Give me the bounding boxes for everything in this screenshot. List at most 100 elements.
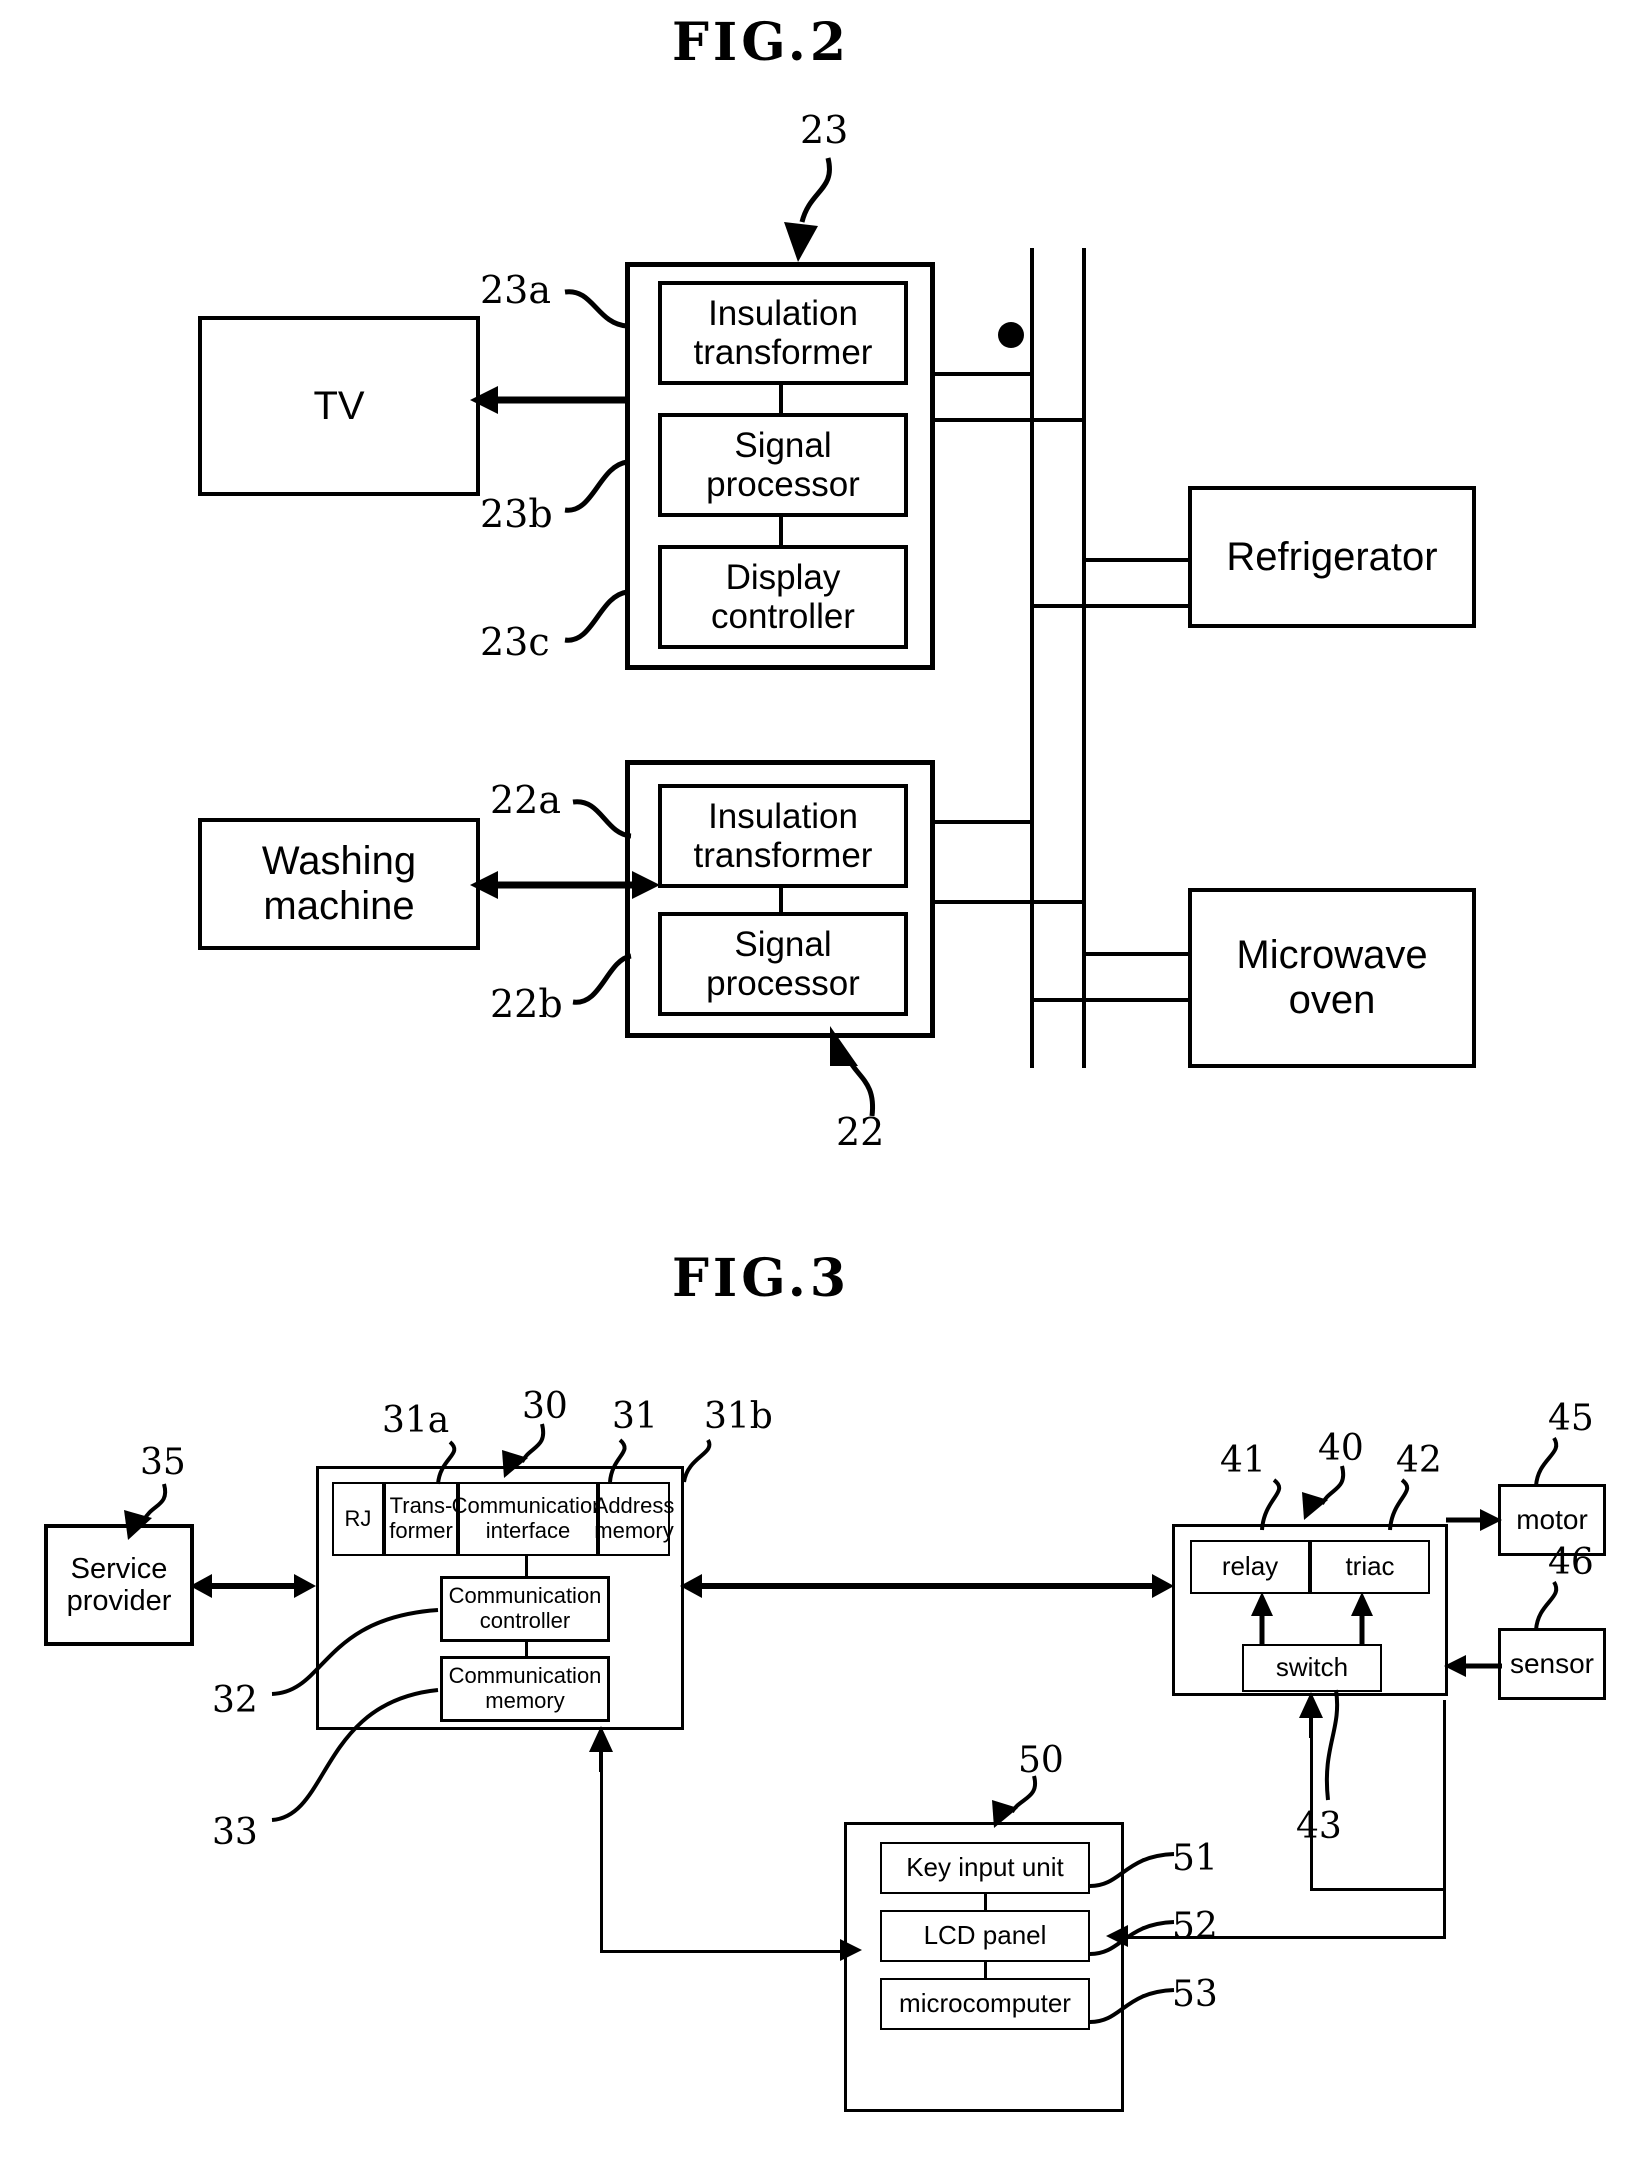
patent-drawing-sheet: FIG.2 TV Insulation transformer Signal p…: [0, 0, 1652, 2173]
block-relay: relay: [1190, 1540, 1310, 1594]
numeral-42: 42: [1396, 1440, 1442, 1481]
block-insulation-transformer-22a-label: Insulation transformer: [693, 796, 873, 875]
block-address-memory-label: Address memory: [593, 1493, 675, 1543]
leader-23: [784, 157, 832, 262]
block-service-provider: Service provider: [44, 1524, 194, 1646]
block-tv-label: TV: [313, 383, 365, 428]
block-communication-memory: Communication memory: [440, 1656, 610, 1722]
arrow-module30-drivingunit: [680, 1574, 1174, 1598]
numeral-50: 50: [1018, 1740, 1064, 1781]
block-communication-controller: Communication controller: [440, 1576, 610, 1642]
block-switch-label: switch: [1275, 1652, 1349, 1683]
block-service-provider-label: Service provider: [66, 1552, 172, 1617]
tap-22-lower: [932, 900, 1084, 904]
link-displayunit-to-drivingunit-v: [1443, 1700, 1446, 1938]
block-microwave-oven: Microwave oven: [1188, 888, 1476, 1068]
block-insulation-transformer-23a: Insulation transformer: [658, 281, 908, 385]
arrow-sensor-drivingunit: [1444, 1655, 1502, 1677]
numeral-23b: 23b: [480, 492, 553, 536]
tap-22-upper: [932, 820, 1032, 824]
block-tv: TV: [198, 316, 480, 496]
bus-line-left: [1030, 248, 1034, 1068]
link-switch-feed-h: [1310, 1888, 1446, 1891]
block-communication-memory-label: Communication memory: [448, 1663, 602, 1713]
leader-40: [1302, 1465, 1346, 1520]
link-displayunit-to-module30-v: [600, 1760, 603, 1952]
numeral-22b: 22b: [490, 982, 563, 1026]
block-signal-processor-22b: Signal processor: [658, 912, 908, 1016]
block-signal-processor-23b-label: Signal processor: [706, 425, 860, 504]
tap-microwave-upper: [1082, 952, 1192, 956]
numeral-33: 33: [212, 1812, 258, 1853]
numeral-23c: 23c: [480, 620, 550, 664]
numeral-53: 53: [1172, 1974, 1218, 2015]
numeral-46: 46: [1548, 1542, 1594, 1583]
connector-lcd-micro: [984, 1962, 987, 1978]
block-switch: switch: [1242, 1644, 1382, 1692]
block-rj-label: RJ: [344, 1505, 372, 1531]
block-refrigerator-label: Refrigerator: [1226, 534, 1438, 579]
numeral-23: 23: [800, 108, 849, 152]
numeral-31b: 31b: [704, 1396, 773, 1437]
block-address-memory: Address memory: [594, 1482, 674, 1556]
block-key-input-unit-label: Key input unit: [906, 1852, 1064, 1883]
block-insulation-transformer-22a: Insulation transformer: [658, 784, 908, 888]
tap-microwave-lower: [1030, 998, 1192, 1002]
block-transformer-label: Trans- former: [389, 1493, 453, 1543]
block-washing-machine-label: Washing machine: [261, 839, 417, 928]
arrow-service-provider-module30: [190, 1574, 316, 1598]
bus-line-right: [1082, 248, 1086, 1068]
block-signal-processor-22b-label: Signal processor: [706, 924, 860, 1003]
numeral-22: 22: [836, 1110, 885, 1154]
figure-2-title: FIG.2: [672, 12, 851, 73]
block-display-controller-23c: Display controller: [658, 545, 908, 649]
link-displayunit-to-drivingunit-h: [1124, 1936, 1446, 1939]
block-triac: triac: [1310, 1540, 1430, 1594]
numeral-52: 52: [1172, 1906, 1218, 1947]
block-refrigerator: Refrigerator: [1188, 486, 1476, 628]
block-rj: RJ: [332, 1482, 384, 1556]
block-washing-machine: Washing machine: [198, 818, 480, 950]
block-sensor: sensor: [1498, 1628, 1606, 1700]
connector-interface-controller: [525, 1556, 528, 1576]
tap-23-upper: [932, 372, 1032, 376]
link-switch-feed-v: [1310, 1726, 1313, 1890]
block-microcomputer-label: microcomputer: [899, 1988, 1071, 2019]
tap-refrigerator-upper: [1082, 558, 1192, 562]
block-triac-label: triac: [1345, 1551, 1395, 1582]
block-microcomputer: microcomputer: [880, 1978, 1090, 2030]
connector-23b-23c: [779, 517, 783, 547]
connector-key-lcd: [984, 1894, 987, 1910]
numeral-45: 45: [1548, 1398, 1594, 1439]
block-signal-processor-23b: Signal processor: [658, 413, 908, 517]
tap-23-lower: [932, 418, 1084, 422]
numeral-31a: 31a: [382, 1400, 450, 1441]
block-motor-label: motor: [1516, 1504, 1588, 1536]
connector-controller-memory: [525, 1642, 528, 1656]
numeral-23a: 23a: [480, 268, 552, 312]
tap-refrigerator-lower: [1030, 604, 1192, 608]
numeral-32: 32: [212, 1680, 258, 1721]
numeral-35: 35: [140, 1442, 186, 1483]
connector-22a-22b: [779, 888, 783, 914]
block-relay-label: relay: [1221, 1551, 1279, 1582]
block-insulation-transformer-23a-label: Insulation transformer: [693, 293, 873, 372]
block-lcd-panel-label: LCD panel: [923, 1920, 1047, 1951]
numeral-41: 41: [1220, 1440, 1266, 1481]
block-sensor-label: sensor: [1509, 1648, 1595, 1680]
block-lcd-panel: LCD panel: [880, 1910, 1090, 1962]
block-communication-interface: Communication interface: [452, 1482, 604, 1556]
block-display-controller-23c-label: Display controller: [711, 557, 855, 636]
numeral-43: 43: [1296, 1806, 1342, 1847]
block-key-input-unit: Key input unit: [880, 1842, 1090, 1894]
numeral-40: 40: [1318, 1428, 1364, 1469]
connector-23a-23b: [779, 385, 783, 415]
numeral-31: 31: [612, 1396, 658, 1437]
block-microwave-oven-label: Microwave oven: [1236, 933, 1428, 1022]
leader-43: [1324, 1689, 1340, 1801]
block-communication-interface-label: Communication interface: [451, 1493, 605, 1543]
arrow-drivingunit-motor: [1446, 1509, 1502, 1531]
numeral-30: 30: [522, 1386, 568, 1427]
numeral-22a: 22a: [490, 778, 562, 822]
numeral-51: 51: [1172, 1838, 1218, 1879]
